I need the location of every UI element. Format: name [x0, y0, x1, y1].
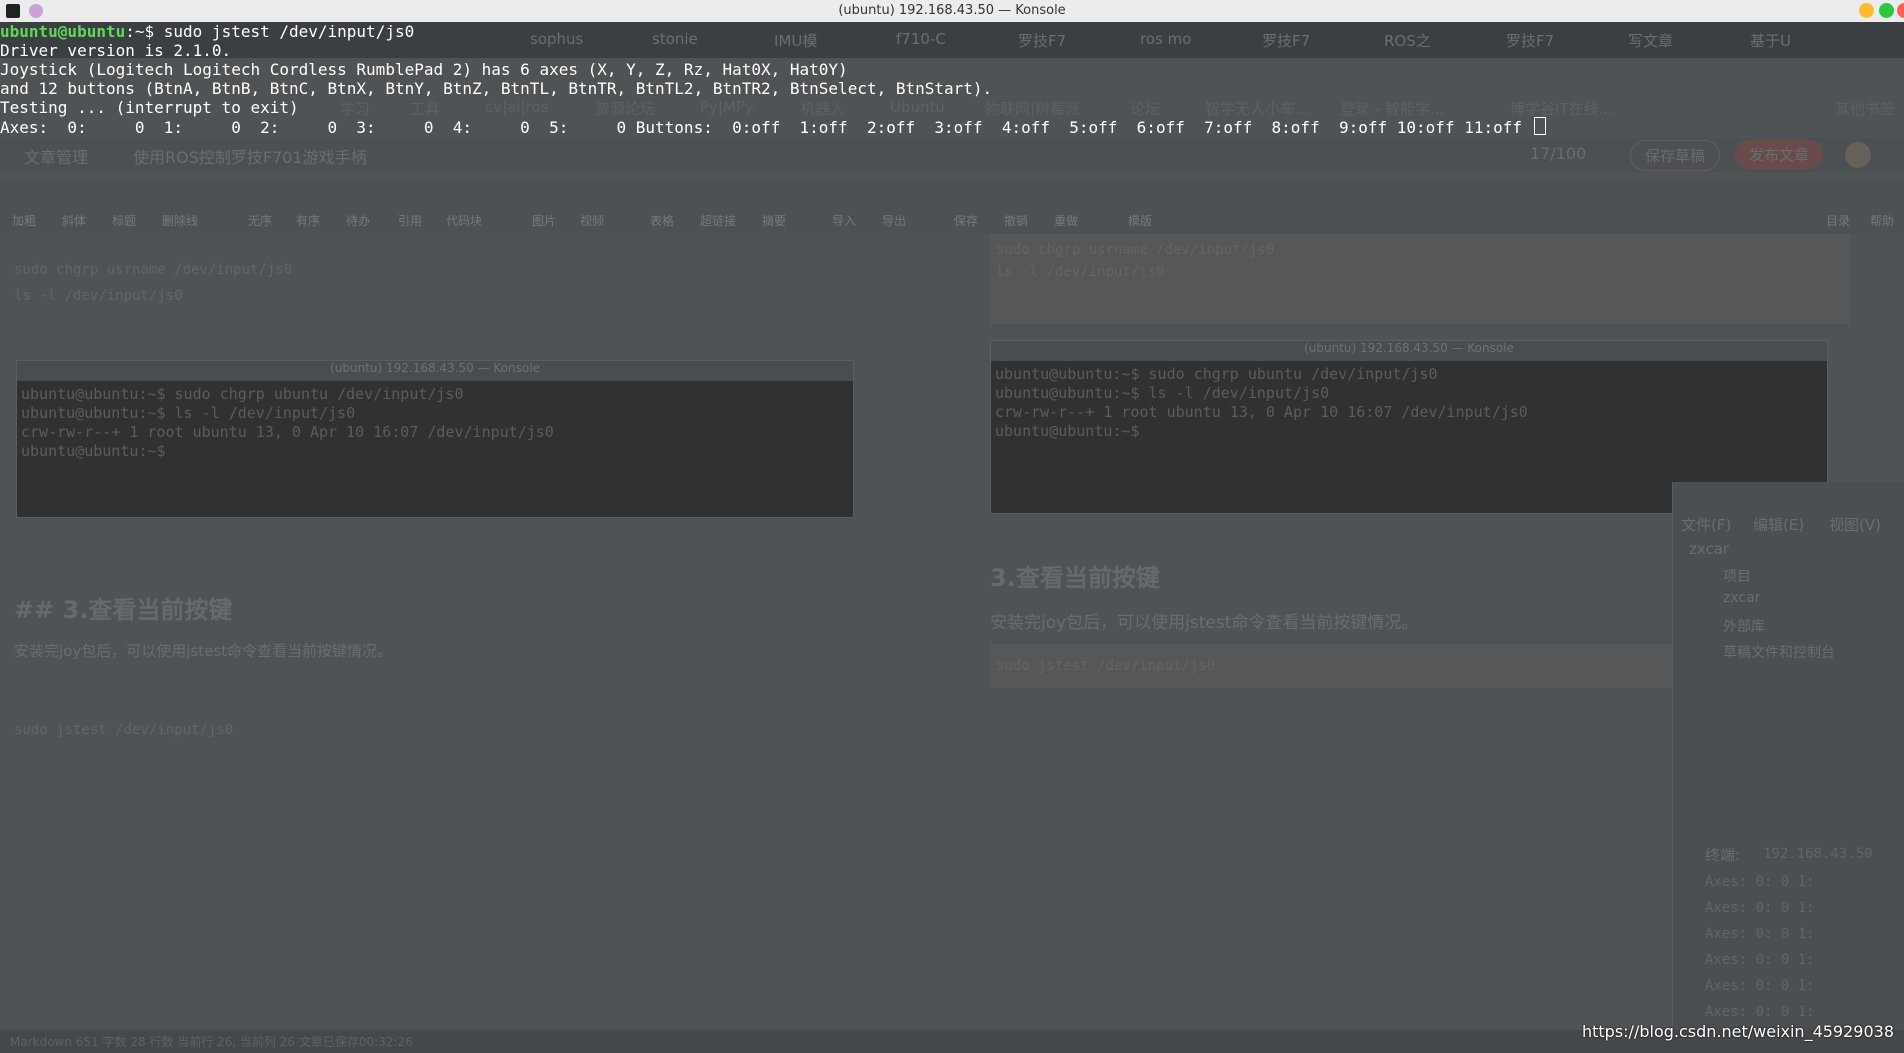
minimize-icon[interactable] — [1859, 3, 1874, 18]
ide-axes-line: Axes: 0: 0 1: — [1705, 926, 1815, 942]
ide-terminal-label: 终端: — [1705, 846, 1741, 864]
terminal-output-line: Joystick (Logitech Logitech Cordless Rum… — [0, 60, 848, 79]
ide-axes-line: Axes: 0: 0 1: — [1705, 874, 1815, 890]
left-code-line: ls -l /dev/input/js0 — [14, 288, 183, 304]
inner-terminal-text: ubuntu@ubuntu:~$ sudo chgrp ubuntu /dev/… — [995, 365, 1528, 440]
background-toolbar-item: 有序 — [296, 214, 321, 228]
save-draft-button: 保存草稿 — [1630, 140, 1721, 171]
background-editor-toolbar — [0, 180, 1904, 234]
ide-menu-edit: 编辑(E) — [1753, 516, 1805, 534]
window-title: (ubuntu) 192.168.43.50 — Konsole — [838, 3, 1066, 18]
terminal-command-line: ubuntu@ubuntu:~$ sudo jstest /dev/input/… — [0, 22, 1904, 41]
ide-axes-line: Axes: 0: 0 1: — [1705, 900, 1815, 916]
background-toolbar-item: 无序 — [248, 214, 273, 228]
terminal-prompt-suffix: :~$ — [125, 22, 164, 41]
background-toolbar-item: 保存 — [954, 214, 979, 228]
right-code-line: sudo chgrp usrname /dev/input/js0 — [996, 242, 1275, 258]
inner-terminal-text: ubuntu@ubuntu:~$ sudo chgrp ubuntu /dev/… — [21, 385, 554, 460]
background-toolbar-item: 标题 — [112, 214, 137, 228]
left-code-line: sudo chgrp usrname /dev/input/js0 — [14, 262, 293, 278]
inner-terminal-title: (ubuntu) 192.168.43.50 — Konsole — [991, 341, 1827, 361]
background-toolbar-item: 导入 — [832, 214, 857, 228]
background-toolbar-item: 导出 — [882, 214, 907, 228]
ide-terminal-tab: 192.168.43.50 — [1763, 846, 1873, 862]
publish-button: 发布文章 — [1735, 140, 1824, 169]
background-toolbar-item: 目录 — [1826, 214, 1851, 228]
background-toolbar-item: 表格 — [650, 214, 675, 228]
avatar — [1845, 142, 1871, 168]
terminal-command: sudo jstest /dev/input/js0 — [163, 22, 415, 41]
title-count: 17/100 — [1530, 144, 1587, 163]
background-screenshot-terminal: (ubuntu) 192.168.43.50 — Konsole ubuntu@… — [16, 360, 854, 518]
maximize-icon[interactable] — [1879, 3, 1894, 18]
terminal-cursor — [1533, 117, 1546, 135]
ide-menu-view: 视图(V) — [1829, 516, 1881, 534]
background-toolbar-item: 加粗 — [12, 214, 37, 228]
background-toolbar-item: 撤销 — [1004, 214, 1029, 228]
terminal-status-line: Axes: 0: 0 1: 0 2: 0 3: 0 4: 0 5: 0 Butt… — [0, 117, 1904, 137]
inner-terminal-title: (ubuntu) 192.168.43.50 — Konsole — [17, 361, 853, 381]
background-toolbar-item: 模版 — [1128, 214, 1153, 228]
article-title: 使用ROS控制罗技F701游戏手柄 — [133, 148, 367, 167]
preview-heading: 3.查看当前按键 — [990, 564, 1160, 592]
source-watermark: https://blog.csdn.net/weixin_45929038 — [1581, 1022, 1894, 1041]
ide-axes-line: Axes: 0: 0 1: — [1705, 978, 1815, 994]
ide-axes-line: Axes: 0: 0 1: — [1705, 1004, 1815, 1020]
terminal-output-line: Testing ... (interrupt to exit) — [0, 98, 299, 117]
preview-command: sudo jstest /dev/input/js0 — [996, 658, 1216, 674]
editor-status: Markdown 651 字数 28 行数 当前行 26, 当前列 26 文章已… — [10, 1035, 413, 1049]
background-toolbar-item: 斜体 — [62, 214, 87, 228]
terminal-axes-buttons: Axes: 0: 0 1: 0 2: 0 3: 0 4: 0 5: 0 Butt… — [0, 118, 1532, 137]
ide-breadcrumb: zxcar — [1689, 540, 1730, 558]
ide-tree-item: 外部库 — [1723, 619, 1765, 635]
left-heading: ## 3.查看当前按键 — [14, 596, 233, 624]
background-markdown-pane: sudo chgrp usrname /dev/input/js0 ls -l … — [0, 234, 940, 1034]
background-ide-panel: 文件(F) 编辑(E) 视图(V) zxcar 项目 zxcar 外部库 草稿文… — [1672, 482, 1904, 1053]
background-toolbar-item: 重做 — [1054, 214, 1079, 228]
ide-tree-item: 项目 — [1723, 569, 1751, 585]
background-editor-header: 文章管理 使用ROS控制罗技F701游戏手柄 17/100 保存草稿 发布文章 — [0, 138, 1904, 172]
background-toolbar-item: 摘要 — [762, 214, 787, 228]
ide-menu-file: 文件(F) — [1681, 516, 1732, 534]
right-code-line: ls -l /dev/input/js0 — [996, 264, 1165, 280]
background-toolbar-item: 视频 — [580, 214, 605, 228]
background-toolbar-item: 帮助 — [1870, 214, 1895, 228]
window-titlebar: (ubuntu) 192.168.43.50 — Konsole — [0, 0, 1904, 23]
left-paragraph: 安装完joy包后，可以使用jstest命令查看当前按键情况。 — [14, 642, 393, 660]
ide-tree-item: zxcar — [1723, 590, 1761, 606]
background-toolbar-item: 代码块 — [446, 214, 483, 228]
left-command: sudo jstest /dev/input/js0 — [14, 722, 234, 738]
ide-tree-item: 草稿文件和控制台 — [1723, 645, 1835, 661]
background-toolbar-item: 待办 — [346, 214, 371, 228]
background-toolbar-item: 超链接 — [700, 214, 737, 228]
terminal-prompt: ubuntu@ubuntu — [0, 22, 126, 41]
background-toolbar-item: 图片 — [532, 214, 557, 228]
terminal-view[interactable]: ubuntu@ubuntu:~$ sudo jstest /dev/input/… — [0, 22, 1904, 137]
back-link: 文章管理 — [24, 148, 89, 167]
terminal-output-line: Driver version is 2.1.0. — [0, 41, 232, 60]
ide-axes-line: Axes: 0: 0 1: — [1705, 952, 1815, 968]
background-toolbar-item: 引用 — [398, 214, 423, 228]
preview-paragraph: 安装完joy包后，可以使用jstest命令查看当前按键情况。 — [990, 613, 1419, 633]
background-toolbar-item: 删除线 — [162, 214, 199, 228]
terminal-output-line: and 12 buttons (BtnA, BtnB, BtnC, BtnX, … — [0, 79, 993, 98]
